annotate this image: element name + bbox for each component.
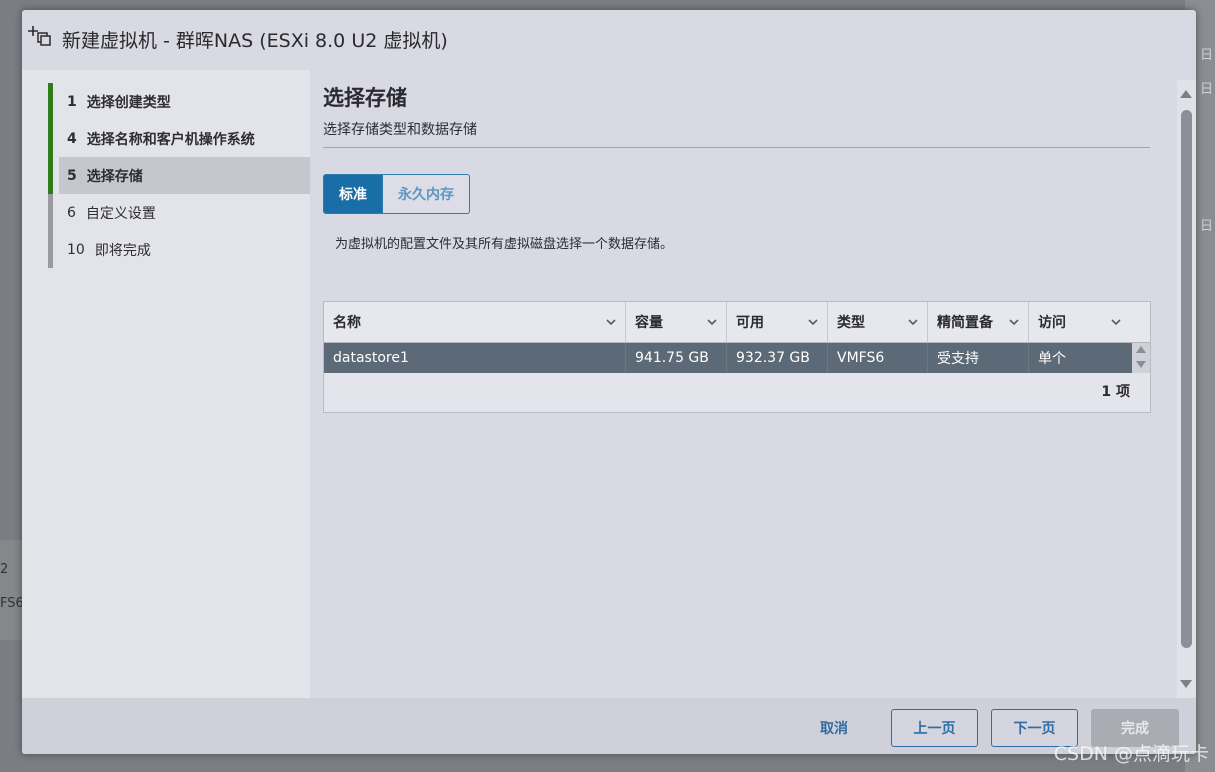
dialog-title: 新建虚拟机 - 群晖NAS (ESXi 8.0 U2 虚拟机) [62,30,448,52]
new-vm-dialog: 新建虚拟机 - 群晖NAS (ESXi 8.0 U2 虚拟机) 1 选择创建类型… [22,10,1196,754]
step-label: 选择创建类型 [86,94,171,111]
bg-fragment: FS6 [0,596,24,611]
step-indicator [48,231,53,268]
step-indicator [48,194,53,231]
main-scrollbar[interactable] [1177,80,1196,698]
cell-type: VMFS6 [828,343,928,373]
wizard-steps-sidebar: 1 选择创建类型 4 选择名称和客户机操作系统 5 选择存储 6 自定义设置 1… [22,70,310,698]
watermark: CSDN @点滴玩卡 [1053,743,1209,765]
column-label: 访问 [1038,315,1066,331]
wizard-main-pane: 选择存储 选择存储类型和数据存储 标准 永久内存 为虚拟机的配置文件及其所有虚拟… [310,70,1182,698]
scroll-down-icon[interactable] [1180,680,1192,688]
column-label: 精简置备 [937,315,993,331]
step-indicator [48,157,53,194]
step-label: 即将完成 [94,242,151,259]
grid-scrollbar[interactable] [1132,343,1150,373]
storage-description: 为虚拟机的配置文件及其所有虚拟磁盘选择一个数据存储。 [335,237,674,252]
step-select-creation-type[interactable]: 1 选择创建类型 [48,83,310,120]
step-label: 选择存储 [86,168,143,185]
column-label: 容量 [635,315,663,331]
page-subtitle: 选择存储类型和数据存储 [323,122,477,138]
wizard-steps: 1 选择创建类型 4 选择名称和客户机操作系统 5 选择存储 6 自定义设置 1… [48,83,310,268]
column-header-access[interactable]: 访问 [1029,302,1150,342]
cancel-button[interactable]: 取消 [802,709,866,747]
datastore-grid: 名称 容量 可用 类型 精简置备 访问 datastore1 941.75 GB… [323,301,1151,413]
step-ready-to-complete: 10 即将完成 [48,231,310,268]
step-number: 5 [67,167,77,184]
chevron-down-icon[interactable] [706,316,718,328]
chevron-down-icon[interactable] [907,316,919,328]
step-number: 10 [67,241,85,258]
tab-persistent-memory[interactable]: 永久内存 [383,174,470,214]
step-label: 选择名称和客户机操作系统 [86,131,255,148]
scroll-up-icon[interactable] [1180,90,1192,98]
step-number: 6 [67,204,76,221]
tab-standard[interactable]: 标准 [323,174,383,214]
column-label: 可用 [736,315,764,331]
step-number: 4 [67,130,77,147]
cell-free: 932.37 GB [727,343,828,373]
chevron-down-icon[interactable] [1110,316,1122,328]
background-left-panel: 2 FS6 [0,540,24,640]
column-header-capacity[interactable]: 容量 [626,302,727,342]
dialog-footer: 取消 上一页 下一页 完成 [22,698,1196,754]
divider [323,147,1150,148]
new-vm-icon [28,26,51,46]
column-header-free[interactable]: 可用 [727,302,828,342]
grid-header: 名称 容量 可用 类型 精简置备 访问 [324,302,1150,343]
cell-access: 单个 [1038,351,1066,367]
scroll-down-icon[interactable] [1136,361,1146,368]
table-row-datastore1[interactable]: datastore1 941.75 GB 932.37 GB VMFS6 受支持… [324,343,1150,373]
column-header-name[interactable]: 名称 [324,302,626,342]
scroll-up-icon[interactable] [1136,346,1146,353]
chevron-down-icon[interactable] [807,316,819,328]
column-header-type[interactable]: 类型 [828,302,928,342]
step-select-name-os[interactable]: 4 选择名称和客户机操作系统 [48,120,310,157]
chevron-down-icon[interactable] [605,316,617,328]
step-customize-settings: 6 自定义设置 [48,194,310,231]
step-select-storage[interactable]: 5 选择存储 [48,157,310,194]
back-button[interactable]: 上一页 [891,709,978,747]
cell-name: datastore1 [324,343,626,373]
column-label: 类型 [837,315,865,331]
cell-thin-provisioning: 受支持 [928,343,1029,373]
step-number: 1 [67,93,77,110]
step-indicator [48,83,53,120]
step-label: 自定义设置 [85,205,156,222]
column-label: 名称 [333,315,361,331]
storage-type-tabs: 标准 永久内存 [323,174,470,214]
step-indicator [48,120,53,157]
grid-item-count: 1 项 [1101,384,1130,400]
scrollbar-thumb[interactable] [1181,110,1192,648]
dialog-titlebar: 新建虚拟机 - 群晖NAS (ESXi 8.0 U2 虚拟机) [22,10,1196,70]
cell-capacity: 941.75 GB [626,343,727,373]
column-header-thin-provisioning[interactable]: 精简置备 [928,302,1029,342]
bg-fragment: 2 [0,562,9,577]
page-title: 选择存储 [323,86,407,110]
chevron-down-icon[interactable] [1008,316,1020,328]
